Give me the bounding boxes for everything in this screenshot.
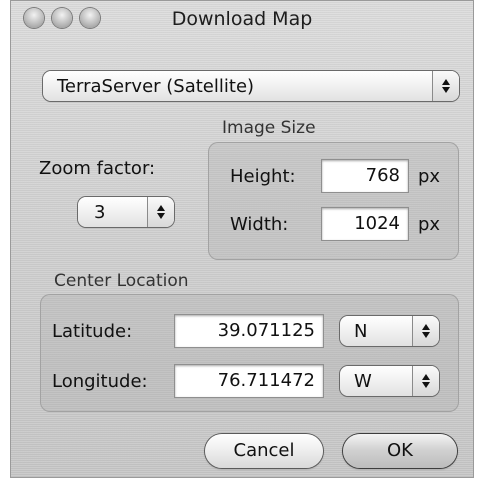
map-source-value: TerraServer (Satellite): [57, 76, 255, 97]
center-location-group-label: Center Location: [54, 271, 189, 291]
ok-button[interactable]: OK: [343, 434, 457, 468]
width-unit: px: [418, 214, 441, 235]
title-bar: Download Map: [10, 0, 474, 40]
latitude-hemisphere-popup[interactable]: N: [340, 316, 439, 346]
zoom-factor-popup[interactable]: 3: [78, 197, 174, 227]
popup-arrows-icon: [432, 71, 459, 101]
center-location-group: Latitude: 39.071125 N Longitude: 76.7114…: [40, 294, 459, 412]
map-source-popup[interactable]: TerraServer (Satellite): [43, 71, 459, 101]
width-label: Width:: [230, 214, 289, 235]
height-field[interactable]: 768: [322, 160, 408, 192]
latitude-hemisphere-value: N: [354, 321, 368, 342]
latitude-field[interactable]: 39.071125: [175, 315, 323, 347]
popup-arrows-icon: [412, 316, 439, 346]
popup-arrows-icon: [147, 197, 174, 227]
image-size-group-label: Image Size: [222, 118, 316, 138]
zoom-factor-label: Zoom factor:: [39, 158, 156, 179]
latitude-label: Latitude:: [52, 321, 133, 342]
longitude-field[interactable]: 76.711472: [175, 365, 323, 397]
height-label: Height:: [230, 166, 296, 187]
zoom-factor-value: 3: [94, 202, 106, 223]
cancel-button[interactable]: Cancel: [205, 434, 323, 468]
width-field[interactable]: 1024: [322, 208, 408, 240]
image-size-group: Height: 768 px Width: 1024 px: [208, 142, 459, 260]
height-unit: px: [418, 166, 441, 187]
popup-arrows-icon: [412, 366, 439, 396]
longitude-hemisphere-value: W: [354, 371, 372, 392]
longitude-hemisphere-popup[interactable]: W: [340, 366, 439, 396]
window-title: Download Map: [171, 8, 313, 30]
longitude-label: Longitude:: [52, 371, 148, 392]
download-map-window: Download Map TerraServer (Satellite) Zoo…: [10, 0, 474, 478]
